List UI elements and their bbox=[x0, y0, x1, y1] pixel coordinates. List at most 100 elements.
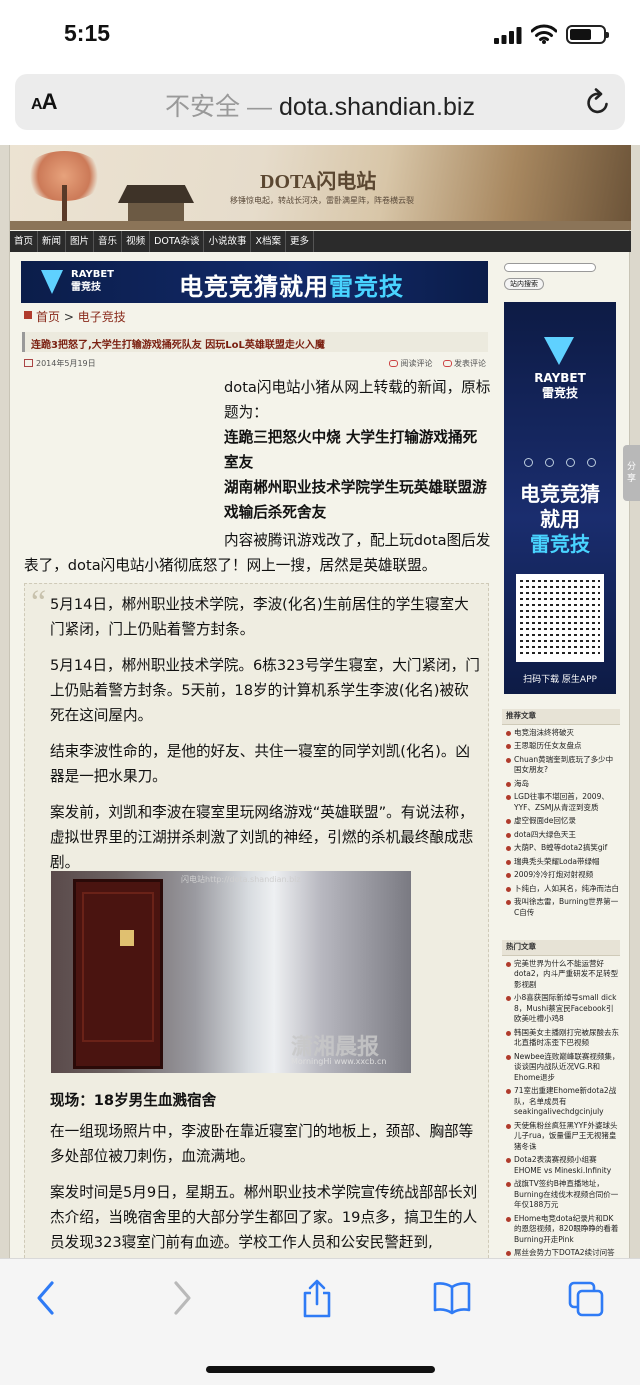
quote-text-continued: 在一组现场照片中，李波卧在靠近寝室门的地板上，颈部、胸部等多处部位被刀刺伤，血流… bbox=[50, 1119, 482, 1258]
sidebar-ad-slogan: 电竞竞猜 就用 雷竞技 bbox=[504, 482, 616, 557]
recommended-box: 推荐文章 电竞泡沫终将破灭 王思聪历任女友盘点 Chuan黄瑞奎到底玩了多少中国女朋… bbox=[502, 709, 620, 921]
quote-paragraph-5: 在一组现场照片中，李波卧在靠近寝室门的地板上，颈部、胸部等多处部位被刀刺伤，血流… bbox=[50, 1123, 474, 1165]
hot-list-item[interactable]: Newbee连败巅峰联赛视频集，谈谈国内战队近况VG.R和Ehome退步 bbox=[502, 1052, 620, 1084]
ad-slogan: 电竞竞猜就用雷竞技 bbox=[179, 267, 404, 302]
forward-icon[interactable] bbox=[170, 1279, 194, 1317]
sidebar-ad-download: 扫码下载 原生APP bbox=[523, 675, 597, 685]
recommended-list-item[interactable]: 我叫徐志雷，Burning世界第一C自传 bbox=[502, 897, 620, 918]
hot-list-item[interactable]: Dota2表演赛视频小组赛EHOME vs Mineski.Infinity bbox=[502, 1155, 620, 1176]
url-separator: — bbox=[247, 93, 273, 121]
original-title-2: 湖南郴州职业技术学院学生玩英雄联盟游戏输后杀死舍友 bbox=[224, 479, 487, 521]
ad-brand-en: RAYBET bbox=[71, 269, 114, 280]
recommended-list-item[interactable]: 大荫P、B蝗等dota2搞笑gif bbox=[502, 843, 620, 854]
tree-trunk-art bbox=[62, 185, 67, 225]
hot-list-item[interactable]: 天使焦粉丝疯狂黑YYF外婆球头儿子rua，饭量僵尸王无视猪皇猪冬诛 bbox=[502, 1121, 620, 1153]
site-banner: DOTA闪电站 移锤惊电起，转战长河决，雷卧满星阵，阵卷横云裂 bbox=[10, 145, 631, 230]
site-search-button[interactable]: 站内搜索 bbox=[504, 278, 544, 290]
breadcrumb-home[interactable]: 首页 bbox=[36, 310, 60, 324]
recommended-list-item[interactable]: 瑞典秃头荣耀Loda带绿帽 bbox=[502, 857, 620, 868]
nav-item-news[interactable]: 新闻 bbox=[38, 231, 67, 252]
nav-item-xfiles[interactable]: X档案 bbox=[251, 231, 286, 252]
recommended-list: 电竞泡沫终将破灭 王思聪历任女友盘点 Chuan黄瑞奎到底玩了多少中国女朋友? 海岛 L… bbox=[502, 728, 620, 919]
site-title[interactable]: DOTA闪电站 bbox=[260, 165, 376, 194]
read-comments-label: 阅读评论 bbox=[400, 359, 433, 368]
article-paragraph: 内容被腾讯游戏改了，配上玩dota图后发表了，dota闪电站小猪彻底怒了！网上一… bbox=[24, 528, 491, 578]
back-icon[interactable] bbox=[34, 1279, 58, 1317]
hot-list: 完美世界为什么不能运营好dota2，内斗严重研发不足转型影视剧 小8喜获国际新绰号… bbox=[502, 959, 620, 1259]
insecure-label: 不安全 bbox=[165, 93, 241, 121]
breadcrumb-category[interactable]: 电子竞技 bbox=[78, 310, 126, 324]
quote-paragraph-3: 结束李波性命的，是他的好友、共住一寝室的同学刘凯(化名)。凶器是一把水果刀。 bbox=[50, 743, 471, 785]
ad-slogan-b: 雷竞技 bbox=[329, 273, 404, 301]
article-headline[interactable]: 连跪3把怒了,大学生打输游戏捅死队友 因玩LoL英雄联盟走火入魔 bbox=[22, 332, 488, 352]
site-subtitle: 移锤惊电起，转战长河决，雷卧满星阵，阵卷横云裂 bbox=[230, 196, 414, 205]
post-comment-link[interactable]: 发表评论 bbox=[443, 359, 486, 368]
nav-item-images[interactable]: 图片 bbox=[66, 231, 95, 252]
post-comment-label: 发表评论 bbox=[454, 359, 486, 368]
hot-list-item[interactable]: 韩国美女主播刚打完被尿酸去东北直播时冻歪下巴视频 bbox=[502, 1028, 620, 1049]
recommended-list-item[interactable]: dota四大绿色天王 bbox=[502, 830, 620, 841]
recommended-list-item[interactable]: LGD往事不堪回首，2009、YYF、ZSMJ从青涩到变质 bbox=[502, 792, 620, 813]
hot-list-item[interactable]: 战旗TV签约B神直播地址，Burning在线伐木视频合同价一年仅188万元 bbox=[502, 1179, 620, 1211]
hot-list-item[interactable]: 小8喜获国际新绰号small dick 8，Mushi蔡宜民Facebook引欧… bbox=[502, 993, 620, 1025]
hot-list-item[interactable]: EHome电竞dota纪录片和DK的恩怨视频，820眼睁睁的看着Burning开… bbox=[502, 1214, 620, 1246]
intro-text: dota闪电站小猪从网上转载的新闻，原标题为： bbox=[224, 379, 491, 421]
bookmarks-icon[interactable] bbox=[432, 1279, 472, 1315]
recommended-list-item[interactable]: 海岛 bbox=[502, 779, 620, 790]
top-ad-banner[interactable]: RAYBET 雷竞技 电竞竞猜就用雷竞技 bbox=[21, 261, 488, 303]
recommended-list-item[interactable]: Chuan黄瑞奎到底玩了多少中国女朋友? bbox=[502, 755, 620, 776]
recommended-list-item[interactable]: 电竞泡沫终将破灭 bbox=[502, 728, 620, 739]
raybet-logo-icon bbox=[41, 270, 63, 294]
status-bar: 5:15 bbox=[0, 0, 640, 70]
sidebar-ad-line1: 电竞竞猜 bbox=[520, 482, 600, 506]
recommended-list-item[interactable]: 2009冷冷打炮对射视频 bbox=[502, 870, 620, 881]
reload-icon[interactable] bbox=[585, 88, 611, 116]
url-display[interactable]: 不安全 — dota.shandian.biz bbox=[15, 87, 625, 123]
sealed-door-image bbox=[73, 879, 163, 1069]
nav-item-home[interactable]: 首页 bbox=[10, 231, 39, 252]
nav-item-stories[interactable]: 小说故事 bbox=[204, 231, 252, 252]
hot-list-item[interactable]: 完美世界为什么不能运营好dota2，内斗严重研发不足转型影视剧 bbox=[502, 959, 620, 991]
quote-paragraph-1: 5月14日，郴州职业技术学院，李波(化名)生前居住的学生寝室大门紧闭，门上仍贴着… bbox=[50, 596, 469, 638]
comment-icon bbox=[389, 360, 399, 367]
hot-list-item[interactable]: 屌丝会势力下DOTA2续讨问答 bbox=[502, 1248, 620, 1258]
article-meta: 2014年5月19日 阅读评论 发表评论 bbox=[24, 358, 486, 372]
quote-paragraph-2: 5月14日，郴州职业技术学院。6栋323号学生寝室，大门紧闭，门上仍贴着警方封条… bbox=[50, 657, 480, 724]
article-date: 2014年5月19日 bbox=[36, 359, 96, 368]
read-comments-link[interactable]: 阅读评论 bbox=[389, 359, 432, 368]
ground-art bbox=[10, 221, 631, 230]
game-icons-row bbox=[524, 458, 596, 468]
tabs-icon[interactable] bbox=[566, 1279, 606, 1319]
site-search-input[interactable] bbox=[504, 263, 596, 272]
house-art bbox=[118, 185, 194, 223]
home-indicator bbox=[206, 1366, 435, 1373]
recommended-title: 推荐文章 bbox=[502, 709, 620, 725]
share-label: 分享 bbox=[626, 462, 636, 484]
recommended-list-item[interactable]: 虚空假面de回忆录 bbox=[502, 816, 620, 827]
web-page[interactable]: DOTA闪电站 移锤惊电起，转战长河决，雷卧满星阵，阵卷横云裂 首页 新闻 图片… bbox=[0, 145, 640, 1258]
sidebar-ad-brand-en: RAYBET bbox=[534, 371, 586, 385]
ad-brand: RAYBET 雷竞技 bbox=[71, 268, 114, 294]
home-icon bbox=[24, 311, 32, 319]
hot-box: 热门文章 完美世界为什么不能运营好dota2，内斗严重研发不足转型影视剧 小8喜获… bbox=[502, 940, 620, 1258]
battery-level bbox=[570, 29, 591, 40]
photo-watermark: 闪电站http://dota.shandian.biz bbox=[181, 875, 301, 884]
share-tab[interactable]: 分享 bbox=[623, 445, 640, 501]
nav-item-video[interactable]: 视频 bbox=[122, 231, 151, 252]
site-frame: DOTA闪电站 移锤惊电起，转战长河决，雷卧满星阵，阵卷横云裂 首页 新闻 图片… bbox=[9, 145, 631, 1258]
sidebar-ad[interactable]: RAYBET 雷竞技 电竞竞猜 就用 雷竞技 扫码下载 原生APP bbox=[504, 302, 616, 694]
address-bar[interactable]: AA 不安全 — dota.shandian.biz bbox=[15, 74, 625, 130]
nav-item-dota-talk[interactable]: DOTA杂谈 bbox=[150, 231, 205, 252]
scene-photo[interactable]: 闪电站http://dota.shandian.biz 潇湘晨报 Morning… bbox=[51, 871, 411, 1073]
share-icon[interactable] bbox=[300, 1279, 334, 1319]
sidebar-ad-line2: 就用 bbox=[540, 507, 580, 531]
ad-slogan-a: 电竞竞猜就用 bbox=[179, 273, 329, 301]
article-paragraph-text: 内容被腾讯游戏改了，配上玩dota图后发表了，dota闪电站小猪彻底怒了！网上一… bbox=[24, 532, 491, 574]
nav-item-music[interactable]: 音乐 bbox=[94, 231, 123, 252]
hot-list-item[interactable]: 71室出重建Ehome新dota2战队，名单成员有seakingalivechd… bbox=[502, 1086, 620, 1118]
nav-item-more[interactable]: 更多 bbox=[286, 231, 314, 252]
battery-icon bbox=[566, 25, 609, 44]
recommended-list-item[interactable]: 卜纯白，人如其名，纯净而洁白 bbox=[502, 884, 620, 895]
recommended-list-item[interactable]: 王思聪历任女友盘点 bbox=[502, 741, 620, 752]
sidebar-ad-brand-cn: 雷竞技 bbox=[541, 386, 578, 400]
